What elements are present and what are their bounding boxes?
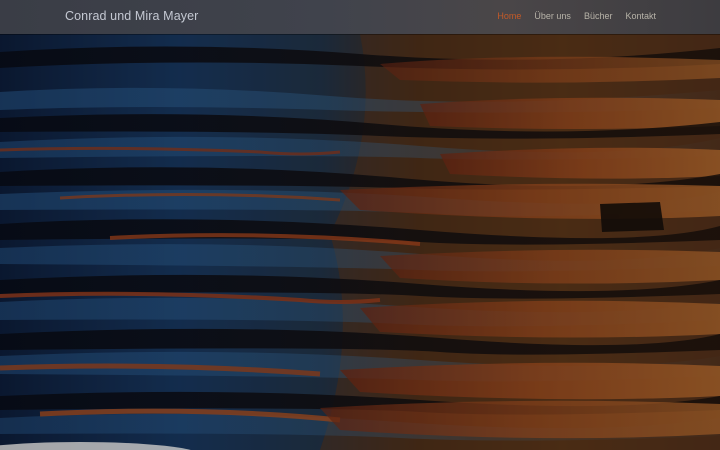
hero-image-water-ripples [0,34,720,450]
nav-books-link[interactable]: Bücher [584,11,613,21]
hero-overlay [0,34,720,450]
nav-contact-link[interactable]: Kontakt [625,11,656,21]
site-title-link[interactable]: Conrad und Mira Mayer [65,9,198,23]
nav-about-link[interactable]: Über uns [534,11,571,21]
main-nav: Home Über uns Bücher Kontakt [497,11,656,21]
nav-home-link[interactable]: Home [497,11,521,21]
site-header: Conrad und Mira Mayer Home Über uns Büch… [0,0,720,34]
page: Conrad und Mira Mayer Home Über uns Büch… [0,0,720,450]
